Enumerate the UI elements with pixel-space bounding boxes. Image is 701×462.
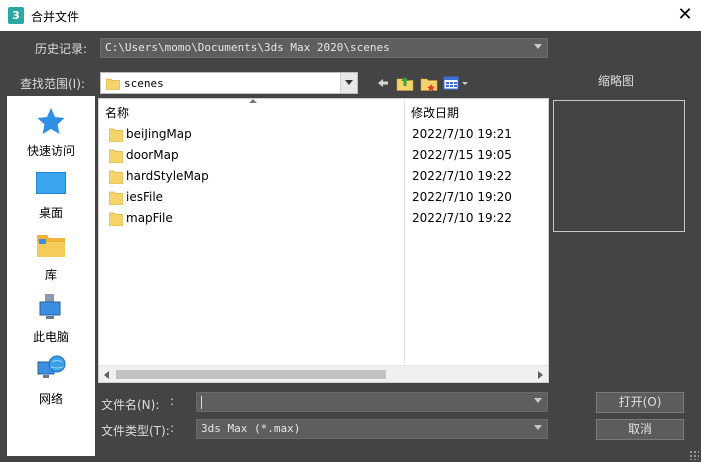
new-folder-icon[interactable]: [420, 74, 438, 92]
history-combo[interactable]: C:\Users\momo\Documents\3ds Max 2020\sce…: [100, 38, 548, 58]
resize-grip[interactable]: [689, 450, 699, 460]
file-name: beiJingMap: [126, 127, 192, 141]
folder-icon: [109, 212, 123, 226]
history-value: C:\Users\momo\Documents\3ds Max 2020\sce…: [105, 41, 390, 54]
place-label: 此电脑: [32, 330, 69, 344]
place-this-pc[interactable]: 此电脑: [7, 288, 95, 348]
field-separator: :: [170, 421, 175, 435]
up-folder-icon[interactable]: [396, 74, 414, 92]
close-button[interactable]: ✕: [669, 0, 701, 31]
file-type-label: 文件类型(T):: [101, 424, 170, 438]
column-header-date[interactable]: 修改日期: [411, 104, 459, 121]
file-date: 2022/7/10 19:22: [412, 211, 512, 225]
file-name: iesFile: [126, 190, 164, 204]
look-in-value: scenes: [124, 77, 164, 90]
file-name-label: 文件名(N):: [101, 398, 160, 412]
place-label: 网络: [38, 392, 63, 406]
folder-icon: [109, 128, 123, 142]
chevron-down-icon: [345, 80, 353, 85]
look-in-label: 查找范围(I):: [20, 77, 85, 91]
place-quick-access[interactable]: 快速访问: [7, 102, 95, 162]
chevron-down-icon: [534, 44, 542, 49]
file-name: mapFile: [126, 211, 173, 225]
window-title: 合并文件: [31, 10, 80, 24]
file-date: 2022/7/10 19:22: [412, 169, 512, 183]
view-menu-icon[interactable]: [443, 74, 471, 92]
list-item[interactable]: iesFile 2022/7/10 19:20: [99, 187, 548, 208]
file-name: doorMap: [126, 148, 179, 162]
file-name: hardStyleMap: [126, 169, 209, 183]
open-button[interactable]: 打开(O): [596, 392, 684, 413]
file-date: 2022/7/10 19:21: [412, 127, 512, 141]
folder-icon: [106, 78, 120, 90]
place-network[interactable]: 网络: [7, 350, 95, 410]
cancel-button[interactable]: 取消: [596, 419, 684, 440]
star-icon: [37, 108, 65, 134]
scrollbar-thumb[interactable]: [116, 370, 386, 379]
history-label: 历史记录:: [35, 42, 88, 56]
list-item[interactable]: hardStyleMap 2022/7/10 19:22: [99, 166, 548, 187]
place-label: 库: [44, 268, 57, 282]
look-in-dropdown-button[interactable]: [340, 73, 357, 93]
text-caret: [201, 396, 202, 409]
list-item[interactable]: doorMap 2022/7/15 19:05: [99, 145, 548, 166]
computer-icon: [39, 294, 61, 319]
chevron-down-icon: [534, 425, 542, 430]
back-arrow-icon[interactable]: [374, 74, 392, 92]
place-desktop[interactable]: 桌面: [7, 164, 95, 224]
horizontal-scrollbar[interactable]: [99, 365, 548, 382]
folder-icon: [109, 149, 123, 163]
thumbnail-preview: [553, 100, 685, 232]
list-item[interactable]: beiJingMap 2022/7/10 19:21: [99, 124, 548, 145]
look-in-combo[interactable]: scenes: [100, 72, 358, 94]
file-date: 2022/7/15 19:05: [412, 148, 512, 162]
folder-icon: [109, 170, 123, 184]
file-list[interactable]: 名称 修改日期 beiJingMap 2022/7/10 19:21 doorM…: [98, 98, 549, 383]
folder-icon: [109, 191, 123, 205]
scroll-right-icon[interactable]: [538, 371, 543, 379]
network-icon: [37, 355, 66, 378]
library-icon: [37, 235, 65, 257]
file-name-input[interactable]: [196, 392, 548, 412]
file-type-value: 3ds Max (*.max): [201, 422, 301, 435]
chevron-down-icon[interactable]: [534, 398, 542, 403]
thumbnail-label: 缩略图: [598, 74, 635, 88]
place-label: 快速访问: [26, 144, 75, 158]
file-date: 2022/7/10 19:20: [412, 190, 512, 204]
column-header-name[interactable]: 名称: [105, 104, 129, 121]
app-icon: 3: [8, 7, 24, 24]
place-library[interactable]: 库: [7, 226, 95, 286]
list-item[interactable]: mapFile 2022/7/10 19:22: [99, 208, 548, 229]
place-label: 桌面: [38, 206, 63, 220]
title-bar: 3 合并文件 ✕: [0, 0, 701, 31]
field-separator: :: [170, 394, 175, 408]
scroll-left-icon[interactable]: [104, 371, 109, 379]
file-type-combo[interactable]: 3ds Max (*.max): [196, 419, 548, 439]
desktop-icon: [36, 172, 66, 194]
places-bar: 快速访问 桌面 库 此电脑 网络: [7, 96, 95, 456]
sort-ascending-icon: [249, 99, 257, 103]
